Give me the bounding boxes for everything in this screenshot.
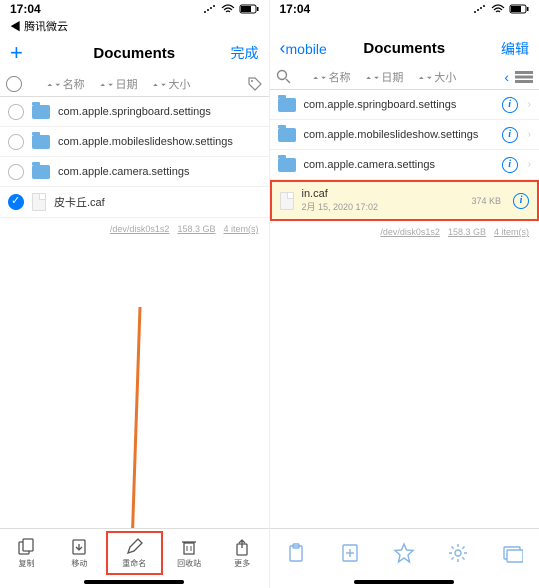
copy-button[interactable]: 复制: [0, 537, 53, 569]
page-title: Documents: [330, 40, 480, 57]
folder-icon: [32, 135, 50, 149]
nav-bar: + Documents 完成: [0, 34, 269, 72]
list-item[interactable]: com.apple.springboard.settings: [0, 97, 269, 127]
status-icons: [473, 4, 529, 14]
sort-bar: ▲▼名称 ▲▼日期 ▲▼大小 ‹: [270, 65, 539, 90]
toolbar: [270, 528, 539, 576]
add-button[interactable]: +: [10, 40, 60, 66]
breadcrumb[interactable]: ◀ 腾讯微云: [0, 18, 269, 34]
info-icon[interactable]: i: [502, 97, 518, 113]
star-button[interactable]: [377, 542, 431, 564]
sort-name[interactable]: ▲▼名称: [306, 69, 357, 85]
list-item[interactable]: com.apple.mobileslideshow.settings i ›: [270, 120, 539, 150]
folder-icon: [278, 158, 296, 172]
file-name: com.apple.camera.settings: [58, 166, 261, 178]
folder-icon: [32, 105, 50, 119]
toolbar: 复制 移动 重命名 回收站 更多: [0, 528, 269, 576]
status-time: 17:04: [280, 2, 311, 16]
list-item[interactable]: com.apple.camera.settings: [0, 157, 269, 187]
chevron-left-icon[interactable]: ‹: [500, 69, 513, 85]
trash-button[interactable]: 回收站: [163, 537, 216, 569]
list-item[interactable]: com.apple.camera.settings i ›: [270, 150, 539, 180]
status-icons: [203, 4, 259, 14]
status-time: 17:04: [10, 2, 41, 16]
file-size: 374 KB: [471, 196, 501, 206]
file-icon: [280, 192, 294, 210]
more-button[interactable]: 更多: [216, 537, 269, 569]
tag-icon[interactable]: [247, 76, 263, 92]
path-bar[interactable]: /dev/disk0s1s2158.3 GB4 item(s): [0, 218, 269, 240]
sort-size[interactable]: ▲▼大小: [411, 69, 462, 85]
checkbox[interactable]: [8, 134, 24, 150]
info-icon[interactable]: i: [513, 193, 529, 209]
checkbox[interactable]: [8, 164, 24, 180]
info-icon[interactable]: i: [502, 127, 518, 143]
sort-bar: ▲▼名称 ▲▼日期 ▲▼大小: [0, 72, 269, 97]
list-item[interactable]: 皮卡丘.caf: [0, 187, 269, 218]
list-item-highlighted[interactable]: in.caf 2月 15, 2020 17:02 374 KB i: [270, 180, 539, 221]
select-all-circle[interactable]: [6, 76, 22, 92]
file-name: com.apple.springboard.settings: [58, 106, 261, 118]
checkbox[interactable]: [8, 104, 24, 120]
file-name: com.apple.camera.settings: [304, 159, 494, 171]
folder-icon: [32, 165, 50, 179]
file-name: in.caf: [302, 188, 464, 200]
list-item[interactable]: com.apple.mobileslideshow.settings: [0, 127, 269, 157]
view-toggle-icon[interactable]: [515, 70, 533, 84]
file-list: com.apple.springboard.settings i › com.a…: [270, 90, 539, 528]
home-indicator: [354, 580, 454, 584]
sort-date[interactable]: ▲▼日期: [359, 69, 410, 85]
file-name: com.apple.mobileslideshow.settings: [304, 129, 494, 141]
home-indicator: [84, 580, 184, 584]
settings-button[interactable]: [431, 542, 485, 564]
new-button[interactable]: [323, 542, 377, 564]
window-button[interactable]: [485, 542, 539, 564]
move-button[interactable]: 移动: [53, 537, 106, 569]
done-button[interactable]: 完成: [209, 43, 259, 63]
chevron-right-icon: ›: [526, 159, 531, 170]
info-icon[interactable]: i: [502, 157, 518, 173]
file-icon: [32, 193, 46, 211]
file-name: 皮卡丘.caf: [54, 194, 261, 210]
annotation-arrow: [60, 307, 160, 528]
file-name: com.apple.springboard.settings: [304, 99, 494, 111]
back-button[interactable]: ‹mobile: [280, 38, 330, 59]
status-bar: 17:04: [270, 0, 539, 18]
sort-name[interactable]: ▲▼名称: [40, 76, 91, 92]
list-item[interactable]: com.apple.springboard.settings i ›: [270, 90, 539, 120]
nav-bar: ‹mobile Documents 编辑: [270, 32, 539, 65]
folder-icon: [278, 98, 296, 112]
page-title: Documents: [60, 45, 209, 62]
folder-icon: [278, 128, 296, 142]
rename-button[interactable]: 重命名: [106, 531, 163, 575]
file-list: com.apple.springboard.settings com.apple…: [0, 97, 269, 528]
file-date: 2月 15, 2020 17:02: [302, 200, 464, 213]
clipboard-button[interactable]: [270, 542, 324, 564]
edit-button[interactable]: 编辑: [479, 39, 529, 59]
status-bar: 17:04: [0, 0, 269, 18]
chevron-right-icon: ›: [526, 99, 531, 110]
path-bar[interactable]: /dev/disk0s1s2158.3 GB4 item(s): [270, 221, 539, 243]
sort-size[interactable]: ▲▼大小: [146, 76, 197, 92]
chevron-right-icon: ›: [526, 129, 531, 140]
sort-date[interactable]: ▲▼日期: [93, 76, 144, 92]
search-icon[interactable]: [276, 69, 292, 85]
checkbox-checked[interactable]: [8, 194, 24, 210]
file-name: com.apple.mobileslideshow.settings: [58, 136, 261, 148]
